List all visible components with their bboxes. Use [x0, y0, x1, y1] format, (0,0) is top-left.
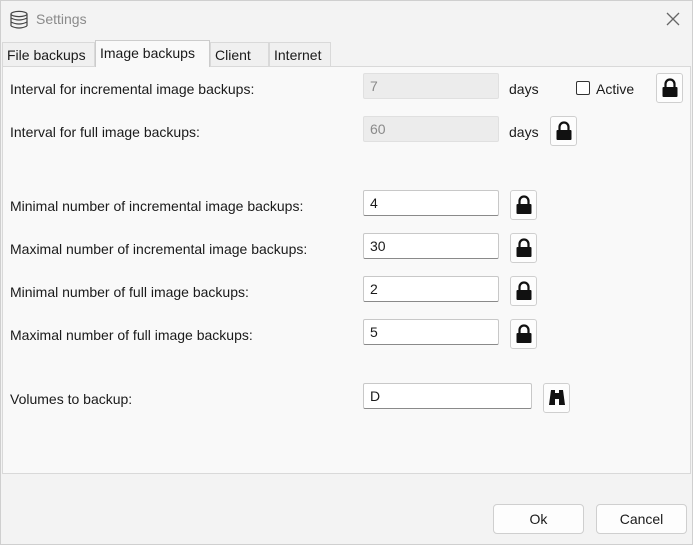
- incremental-interval-field[interactable]: 7: [363, 73, 499, 99]
- incremental-interval-label: Interval for incremental image backups:: [10, 81, 255, 97]
- database-icon: [9, 10, 29, 30]
- close-button[interactable]: [661, 9, 685, 31]
- min-full-lock-button[interactable]: [510, 276, 537, 306]
- min-incremental-label: Minimal number of incremental image back…: [10, 198, 304, 214]
- min-incremental-lock-button[interactable]: [510, 190, 537, 220]
- incremental-interval-lock-button[interactable]: [656, 73, 683, 103]
- tab-label: Internet: [274, 47, 322, 63]
- window-title: Settings: [36, 11, 87, 27]
- lock-icon: [516, 195, 532, 214]
- tab-image-backups[interactable]: Image backups: [95, 40, 210, 67]
- full-interval-field[interactable]: 60: [363, 116, 499, 142]
- tab-label: Client: [215, 47, 251, 63]
- full-interval-lock-button[interactable]: [550, 116, 577, 146]
- tab-internet[interactable]: Internet: [269, 42, 331, 66]
- settings-window: Settings File backups Image backups Clie…: [0, 0, 693, 545]
- lock-icon: [516, 238, 532, 257]
- incremental-interval-unit: days: [509, 81, 539, 97]
- max-incremental-label: Maximal number of incremental image back…: [10, 241, 308, 257]
- max-incremental-field[interactable]: 30: [363, 233, 499, 259]
- max-incremental-lock-button[interactable]: [510, 233, 537, 263]
- close-icon: [666, 12, 680, 26]
- lock-icon: [516, 324, 532, 343]
- max-full-label: Maximal number of full image backups:: [10, 327, 253, 343]
- active-label: Active: [596, 81, 635, 97]
- min-full-field[interactable]: 2: [363, 276, 499, 302]
- active-checkbox[interactable]: [576, 81, 590, 95]
- max-full-field[interactable]: 5: [363, 319, 499, 345]
- full-interval-unit: days: [509, 124, 539, 140]
- tab-file-backups[interactable]: File backups: [2, 42, 95, 66]
- tab-label: File backups: [7, 47, 86, 63]
- min-incremental-field[interactable]: 4: [363, 190, 499, 216]
- ok-button[interactable]: Ok: [493, 504, 584, 534]
- title-bar: Settings: [1, 1, 692, 39]
- volumes-field[interactable]: D: [363, 383, 532, 409]
- binoculars-icon: [549, 390, 565, 405]
- browse-volumes-button[interactable]: [543, 383, 570, 413]
- max-full-lock-button[interactable]: [510, 319, 537, 349]
- min-full-label: Minimal number of full image backups:: [10, 284, 249, 300]
- image-backups-panel: Interval for incremental image backups: …: [2, 66, 691, 474]
- cancel-button[interactable]: Cancel: [596, 504, 687, 534]
- full-interval-label: Interval for full image backups:: [10, 124, 200, 140]
- tab-label: Image backups: [100, 45, 195, 61]
- tab-client[interactable]: Client: [210, 42, 269, 66]
- lock-icon: [662, 78, 678, 97]
- lock-icon: [556, 121, 572, 140]
- lock-icon: [516, 281, 532, 300]
- volumes-label: Volumes to backup:: [10, 391, 133, 407]
- tab-strip: File backups Image backups Client Intern…: [2, 40, 692, 67]
